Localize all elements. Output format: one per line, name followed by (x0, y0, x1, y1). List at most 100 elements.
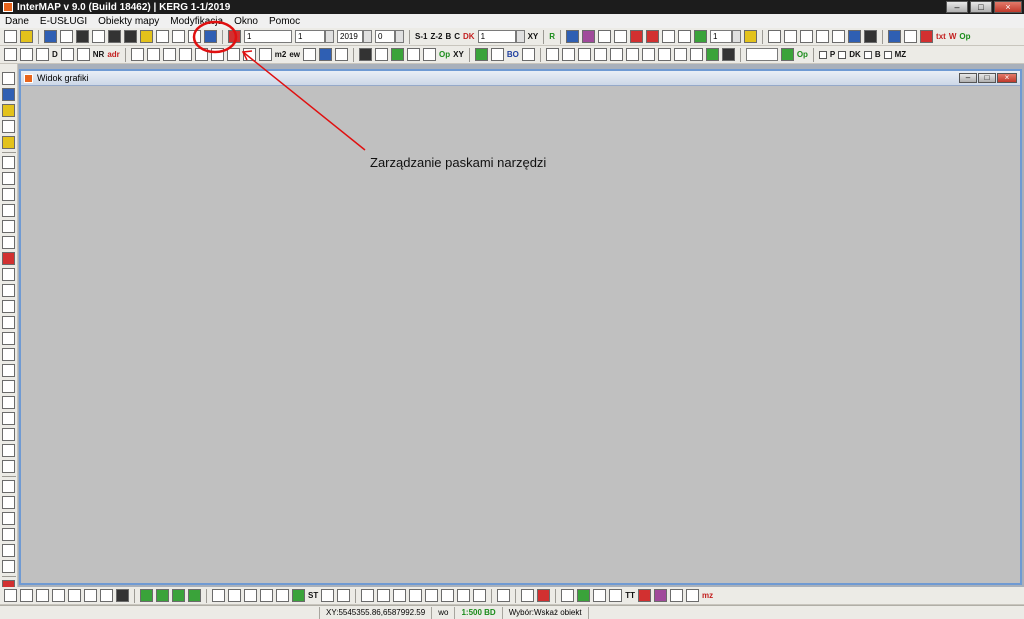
frame-4-icon[interactable] (641, 48, 655, 61)
snap-angle-icon[interactable] (337, 589, 351, 602)
split-tool-icon[interactable] (2, 188, 15, 201)
layout-icon[interactable] (521, 589, 535, 602)
green-f-icon[interactable] (474, 48, 488, 61)
undo-icon[interactable] (156, 30, 169, 43)
save-icon[interactable] (108, 30, 121, 43)
measure-dist-icon[interactable] (377, 589, 391, 602)
menu-obiekty-mapy[interactable]: Obiekty mapy (93, 16, 165, 27)
points-2-icon[interactable] (36, 48, 49, 61)
frame-2-icon[interactable] (609, 48, 623, 61)
graphics-minimize-button[interactable]: – (959, 73, 977, 83)
zoom-extents-icon[interactable] (68, 589, 81, 602)
view-line-icon[interactable] (609, 589, 623, 602)
op-button-3[interactable]: Op (797, 50, 808, 59)
list-icon[interactable] (194, 48, 208, 61)
snap-perpendicular-icon[interactable] (321, 589, 335, 602)
bo-button[interactable]: BO (507, 50, 519, 59)
xy-button[interactable]: XY (528, 32, 539, 41)
distance-tool-icon[interactable] (2, 380, 15, 393)
dots-icon[interactable] (768, 30, 782, 43)
snap-arc-icon[interactable] (244, 589, 257, 602)
ew-button[interactable]: ew (289, 50, 300, 59)
op-button-2[interactable]: Op (439, 50, 450, 59)
m2-button[interactable]: m2 (275, 50, 287, 59)
maximize-button[interactable]: □ (970, 1, 992, 13)
d-button[interactable]: D (52, 50, 58, 59)
print-icon[interactable] (303, 48, 317, 61)
cross-tool-icon[interactable] (2, 396, 15, 409)
pin-icon[interactable] (4, 589, 17, 602)
pan-down-icon[interactable] (172, 589, 185, 602)
rectangle-icon[interactable] (662, 30, 676, 43)
checkbox-p[interactable] (818, 50, 827, 59)
page-icon[interactable] (130, 48, 144, 61)
wk-icon[interactable] (694, 30, 708, 43)
window-2-icon[interactable] (407, 48, 421, 61)
break-tool-icon[interactable] (2, 268, 15, 281)
r-button[interactable]: R (549, 32, 555, 41)
text-edit-icon[interactable] (319, 48, 333, 61)
pattern-icon[interactable] (784, 30, 798, 43)
view-m-icon[interactable] (670, 589, 684, 602)
scale-tool-icon[interactable] (2, 364, 15, 377)
return-icon[interactable] (780, 48, 794, 61)
refresh-icon[interactable] (391, 48, 405, 61)
link-tool-icon[interactable] (2, 460, 15, 473)
z2-button[interactable]: Z-2 (430, 32, 442, 41)
calculator-icon[interactable] (162, 48, 176, 61)
pan-up-icon[interactable] (156, 589, 169, 602)
zoom-previous-icon[interactable] (84, 589, 97, 602)
snap-xy-icon[interactable] (212, 589, 225, 602)
checkbox-dk[interactable] (838, 50, 847, 59)
smile-tool-icon[interactable] (2, 136, 15, 149)
green-square-icon[interactable] (705, 48, 719, 61)
measure-angle-icon[interactable] (409, 589, 423, 602)
view-tools-icon[interactable] (686, 589, 700, 602)
dk-button[interactable]: DK (463, 32, 475, 41)
tool-2-icon[interactable] (521, 48, 535, 61)
snap-point-icon[interactable] (276, 589, 289, 602)
measure-radius-icon[interactable] (457, 589, 471, 602)
frame-3-icon[interactable] (625, 48, 639, 61)
layer-copy-tool-icon[interactable] (2, 560, 15, 573)
new-file-icon[interactable] (4, 30, 17, 43)
line-tool-icon[interactable] (2, 316, 15, 329)
s1-button[interactable]: S-1 (415, 32, 427, 41)
zoom-next-icon[interactable] (100, 589, 113, 602)
node-icon[interactable] (593, 48, 607, 61)
minimize-button[interactable]: – (946, 1, 968, 13)
extend-tool-icon[interactable] (2, 284, 15, 297)
k-icon[interactable] (228, 30, 241, 43)
xy-button-2[interactable]: XY (453, 50, 464, 59)
redo-icon[interactable] (172, 30, 185, 43)
check-icon[interactable] (678, 30, 692, 43)
dimension-tool-icon[interactable] (2, 348, 15, 361)
polyline-icon[interactable] (76, 48, 90, 61)
copy-tool-icon[interactable] (2, 480, 15, 493)
edit-node-tool-icon[interactable] (2, 172, 15, 185)
menu-dane[interactable]: Dane (0, 16, 35, 27)
measure-area-icon[interactable] (425, 589, 439, 602)
face-icon[interactable] (744, 30, 758, 43)
document-icon[interactable] (60, 30, 73, 43)
snap-circle-icon[interactable] (260, 589, 273, 602)
box-2-icon[interactable] (375, 48, 389, 61)
measure-2-icon[interactable] (258, 48, 272, 61)
pan-right-icon[interactable] (188, 589, 201, 602)
tt-button[interactable]: TT (625, 591, 635, 600)
info-tool-icon[interactable] (2, 88, 15, 101)
filter-input[interactable] (745, 48, 778, 61)
symbol-tool-icon[interactable] (2, 444, 15, 457)
snap-grid-icon[interactable] (292, 589, 305, 602)
cut-icon[interactable] (721, 48, 735, 61)
graphics-close-button[interactable]: × (997, 73, 1017, 83)
rotate-view-icon[interactable] (577, 589, 591, 602)
rotate-tool-icon[interactable] (2, 220, 15, 233)
north-arrow-icon[interactable] (561, 589, 575, 602)
measure-offset-icon[interactable] (393, 589, 407, 602)
print-preview-icon[interactable] (92, 30, 105, 43)
b-button[interactable]: B (445, 32, 451, 41)
measure-length-icon[interactable] (441, 589, 455, 602)
panel-icon[interactable] (497, 589, 511, 602)
circle-icon[interactable] (630, 30, 644, 43)
